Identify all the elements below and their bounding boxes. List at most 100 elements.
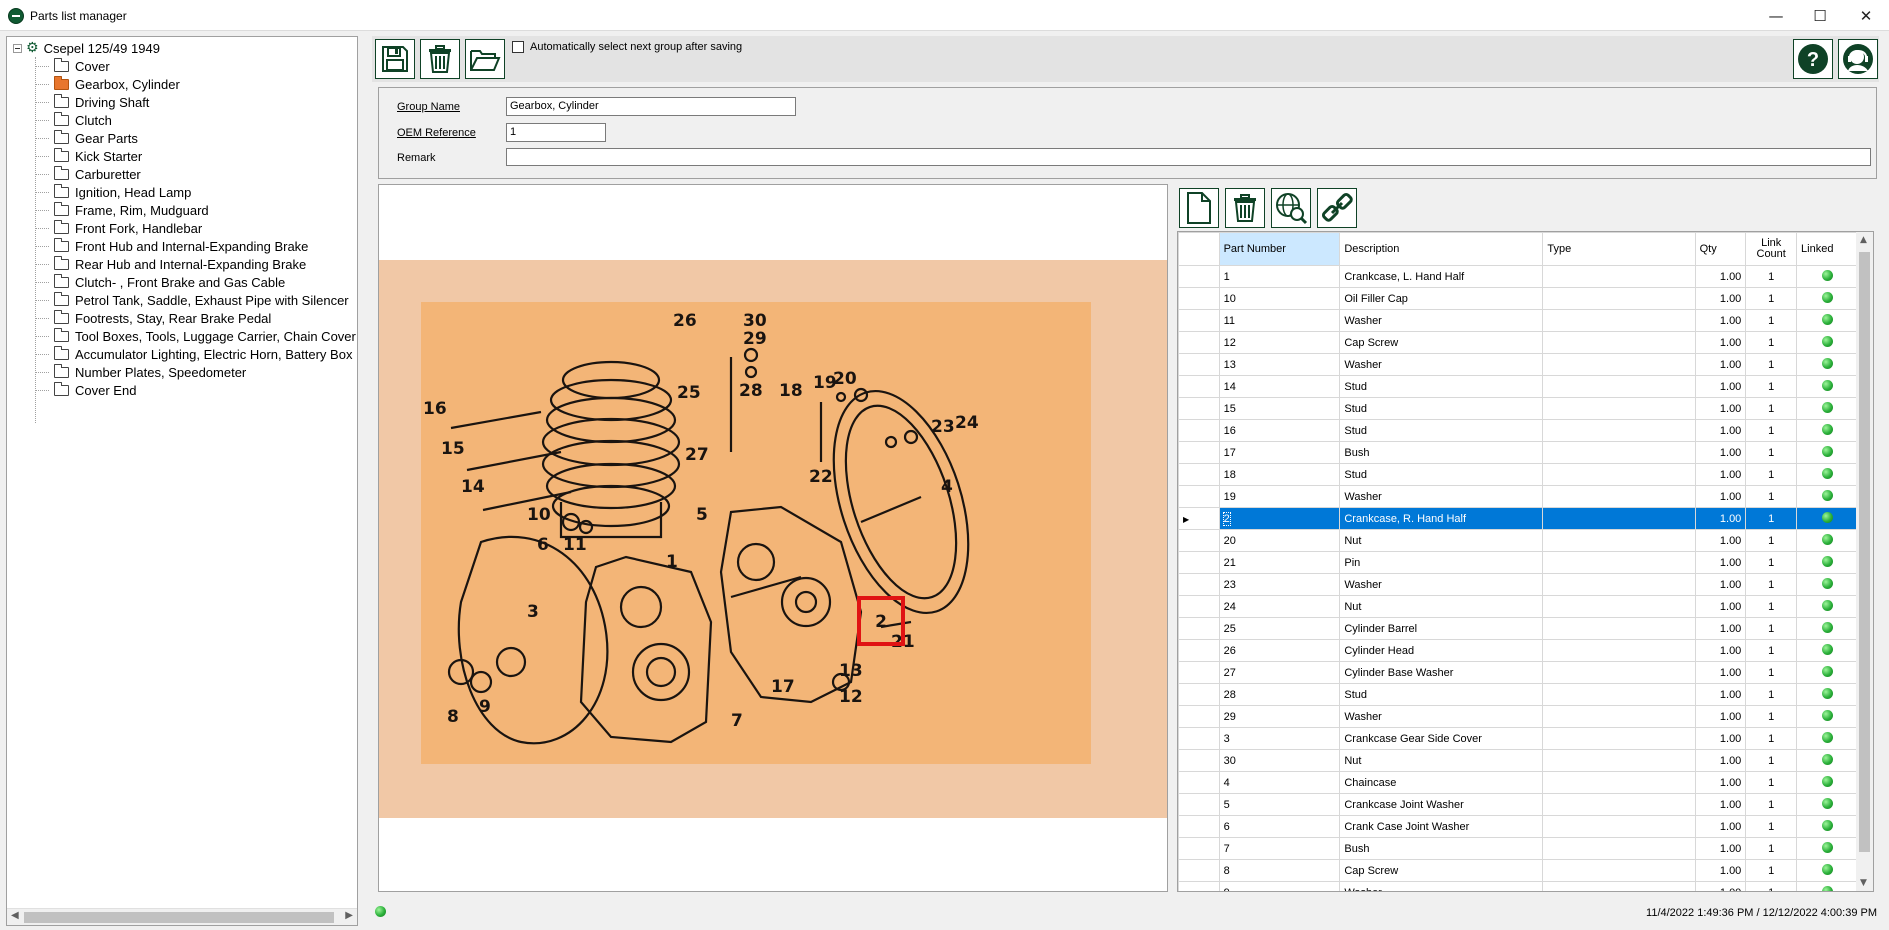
tree-item[interactable]: Number Plates, Speedometer [35, 363, 246, 381]
callout-28[interactable]: 28 [739, 381, 763, 401]
open-button[interactable] [465, 39, 505, 79]
table-row[interactable]: 7 Bush 1.00 1 [1178, 837, 1858, 860]
description-cell[interactable]: Bush [1339, 837, 1544, 860]
tree-item[interactable]: Gear Parts [35, 129, 138, 147]
callout-22[interactable]: 22 [809, 467, 833, 487]
qty-cell[interactable]: 1.00 [1694, 771, 1747, 794]
description-cell[interactable]: Crankcase Gear Side Cover [1339, 727, 1544, 750]
qty-cell[interactable]: 1.00 [1694, 639, 1747, 662]
description-cell[interactable]: Stud [1339, 419, 1544, 442]
description-cell[interactable]: Cylinder Base Washer [1339, 661, 1544, 684]
callout-9[interactable]: 9 [479, 697, 491, 717]
type-cell[interactable] [1542, 837, 1696, 860]
row-header[interactable] [1178, 265, 1220, 288]
linked-header[interactable]: Linked [1796, 232, 1858, 266]
tree-item[interactable]: Front Hub and Internal-Expanding Brake [35, 237, 308, 255]
description-cell[interactable]: Crankcase, L. Hand Half [1339, 265, 1544, 288]
row-header[interactable] [1178, 551, 1220, 574]
qty-cell[interactable]: 1.00 [1694, 419, 1747, 442]
callout-30[interactable]: 30 [743, 311, 767, 331]
table-row[interactable]: 23 Washer 1.00 1 [1178, 573, 1858, 596]
callout-11[interactable]: 11 [563, 535, 587, 555]
table-row[interactable]: 25 Cylinder Barrel 1.00 1 [1178, 617, 1858, 640]
tree-item[interactable]: Ignition, Head Lamp [35, 183, 191, 201]
type-cell[interactable] [1542, 529, 1696, 552]
table-row[interactable]: 17 Bush 1.00 1 [1178, 441, 1858, 464]
table-row[interactable]: 13 Washer 1.00 1 [1178, 353, 1858, 376]
row-header[interactable] [1178, 639, 1220, 662]
callout-10[interactable]: 10 [527, 505, 551, 525]
group-name-field[interactable]: Gearbox, Cylinder [506, 97, 796, 116]
table-row[interactable]: ▶ 2 Crankcase, R. Hand Half 1.00 1 [1178, 507, 1858, 530]
row-header[interactable] [1178, 463, 1220, 486]
part-number-cell[interactable]: 7 [1218, 837, 1341, 860]
part-number-cell[interactable]: 14 [1218, 375, 1341, 398]
description-cell[interactable]: Washer [1339, 309, 1544, 332]
tree-item[interactable]: Petrol Tank, Saddle, Exhaust Pipe with S… [35, 291, 349, 309]
part-number-cell[interactable]: 21 [1218, 551, 1341, 574]
tree-item[interactable]: Accumulator Lighting, Electric Horn, Bat… [35, 345, 352, 363]
row-header[interactable] [1178, 881, 1220, 891]
maximize-button[interactable]: ☐ [1797, 0, 1843, 31]
row-header[interactable] [1178, 683, 1220, 706]
row-header[interactable] [1178, 309, 1220, 332]
tree-item[interactable]: Clutch- , Front Brake and Gas Cable [35, 273, 285, 291]
table-row[interactable]: 20 Nut 1.00 1 [1178, 529, 1858, 552]
oem-reference-field[interactable]: 1 [506, 123, 606, 142]
row-header[interactable] [1178, 529, 1220, 552]
description-cell[interactable]: Stud [1339, 375, 1544, 398]
row-header[interactable] [1178, 397, 1220, 420]
type-cell[interactable] [1542, 507, 1696, 530]
table-row[interactable]: 10 Oil Filler Cap 1.00 1 [1178, 287, 1858, 310]
qty-cell[interactable]: 1.00 [1694, 331, 1747, 354]
row-header[interactable]: ▶ [1178, 507, 1220, 530]
part-number-cell[interactable]: 6 [1218, 815, 1341, 838]
qty-header[interactable]: Qty [1694, 232, 1747, 266]
qty-cell[interactable]: 1.00 [1694, 375, 1747, 398]
description-header[interactable]: Description [1339, 232, 1544, 266]
type-cell[interactable] [1542, 661, 1696, 684]
part-number-cell[interactable]: 3 [1218, 727, 1341, 750]
callout-1[interactable]: 1 [666, 552, 678, 572]
part-number-cell[interactable]: 8 [1218, 859, 1341, 882]
tree-item[interactable]: Carburetter [35, 165, 141, 183]
table-row[interactable]: 6 Crank Case Joint Washer 1.00 1 [1178, 815, 1858, 838]
qty-cell[interactable]: 1.00 [1694, 507, 1747, 530]
horizontal-scrollbar[interactable]: ◀ ▶ [7, 908, 357, 925]
scroll-down-icon[interactable]: ▼ [1860, 878, 1867, 888]
callout-5[interactable]: 5 [696, 505, 708, 525]
tree-item[interactable]: Cover End [35, 381, 136, 399]
table-row[interactable]: 26 Cylinder Head 1.00 1 [1178, 639, 1858, 662]
part-number-cell[interactable]: 23 [1218, 573, 1341, 596]
table-row[interactable]: 18 Stud 1.00 1 [1178, 463, 1858, 486]
part-number-cell[interactable]: 16 [1218, 419, 1341, 442]
description-cell[interactable]: Cap Screw [1339, 859, 1544, 882]
exploded-diagram[interactable]: 26 30 29 25 28 18 19 20 16 15 27 22 23 2… [379, 260, 1167, 818]
row-header[interactable] [1178, 331, 1220, 354]
qty-cell[interactable]: 1.00 [1694, 353, 1747, 376]
qty-cell[interactable]: 1.00 [1694, 441, 1747, 464]
description-cell[interactable]: Nut [1339, 529, 1544, 552]
type-cell[interactable] [1542, 573, 1696, 596]
type-cell[interactable] [1542, 617, 1696, 640]
qty-cell[interactable]: 1.00 [1694, 705, 1747, 728]
row-header[interactable] [1178, 771, 1220, 794]
description-cell[interactable]: Chaincase [1339, 771, 1544, 794]
callout-23[interactable]: 23 [931, 417, 955, 437]
description-cell[interactable]: Washer [1339, 485, 1544, 508]
type-cell[interactable] [1542, 683, 1696, 706]
table-row[interactable]: 19 Washer 1.00 1 [1178, 485, 1858, 508]
description-cell[interactable]: Bush [1339, 441, 1544, 464]
description-cell[interactable]: Stud [1339, 463, 1544, 486]
row-header[interactable] [1178, 661, 1220, 684]
qty-cell[interactable]: 1.00 [1694, 749, 1747, 772]
web-search-button[interactable] [1271, 188, 1311, 228]
type-cell[interactable] [1542, 859, 1696, 882]
type-cell[interactable] [1542, 353, 1696, 376]
type-cell[interactable] [1542, 551, 1696, 574]
collapse-icon[interactable] [13, 43, 22, 53]
type-cell[interactable] [1542, 419, 1696, 442]
table-row[interactable]: 8 Cap Screw 1.00 1 [1178, 859, 1858, 882]
qty-cell[interactable]: 1.00 [1694, 595, 1747, 618]
part-number-cell[interactable]: 13 [1218, 353, 1341, 376]
